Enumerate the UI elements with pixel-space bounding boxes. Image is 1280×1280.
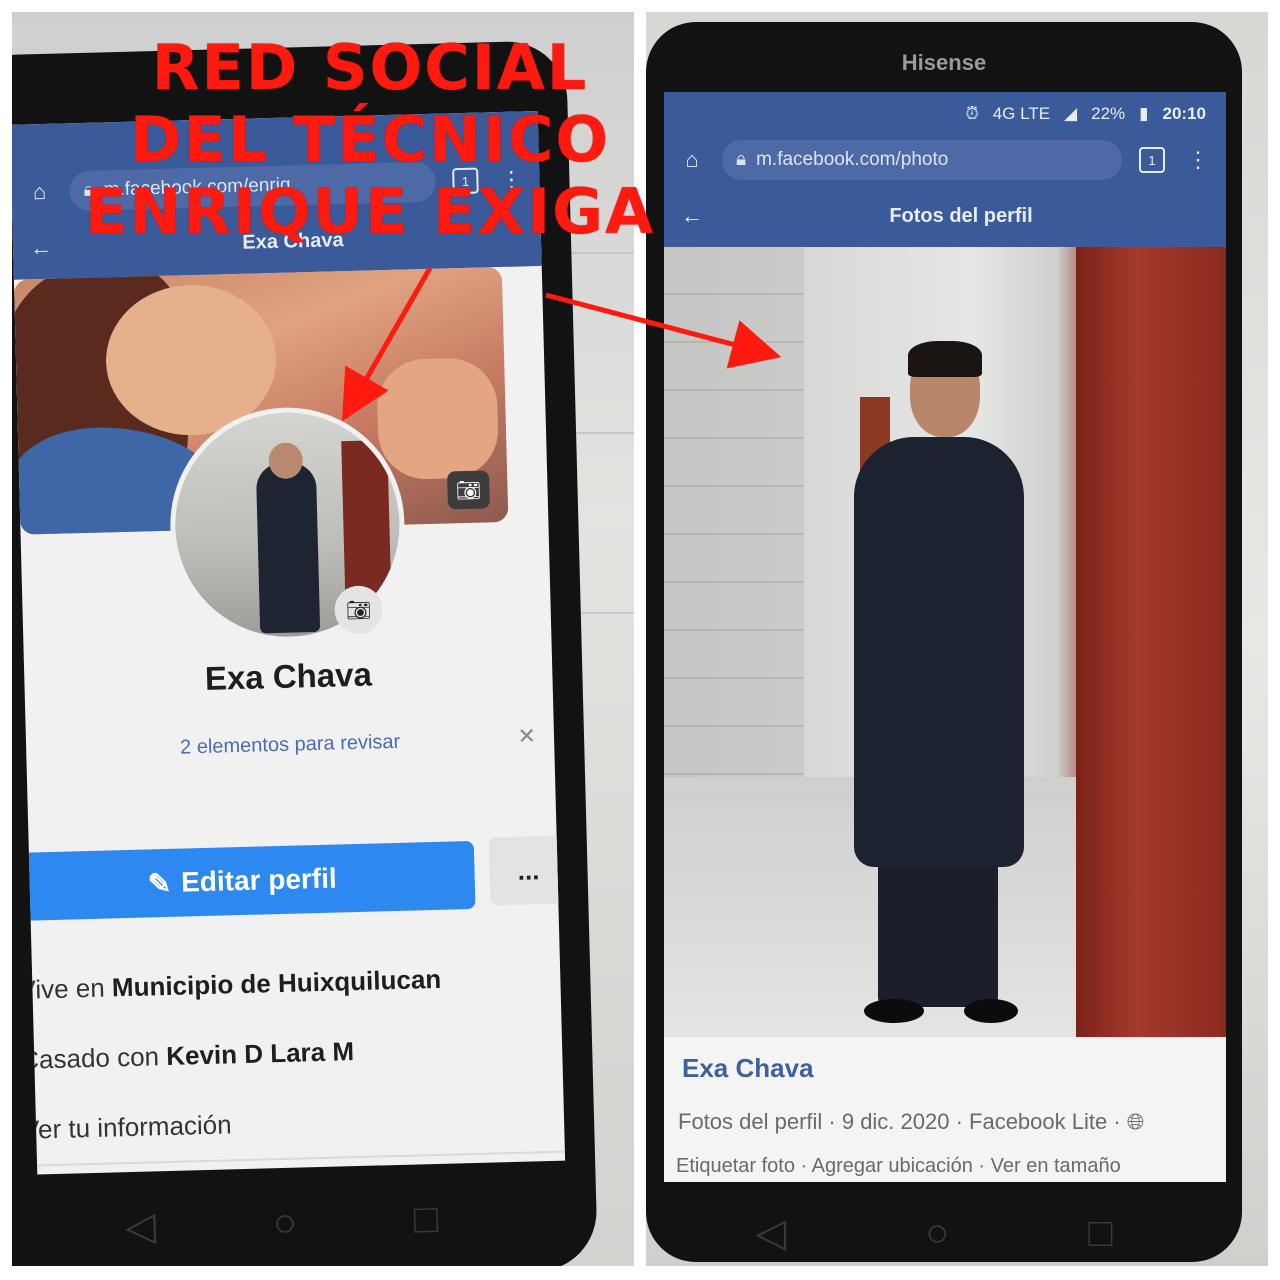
arrow-to-avatar: [342, 266, 433, 422]
arrow-to-photo: [545, 292, 782, 369]
annotation-arrows: [342, 266, 782, 422]
